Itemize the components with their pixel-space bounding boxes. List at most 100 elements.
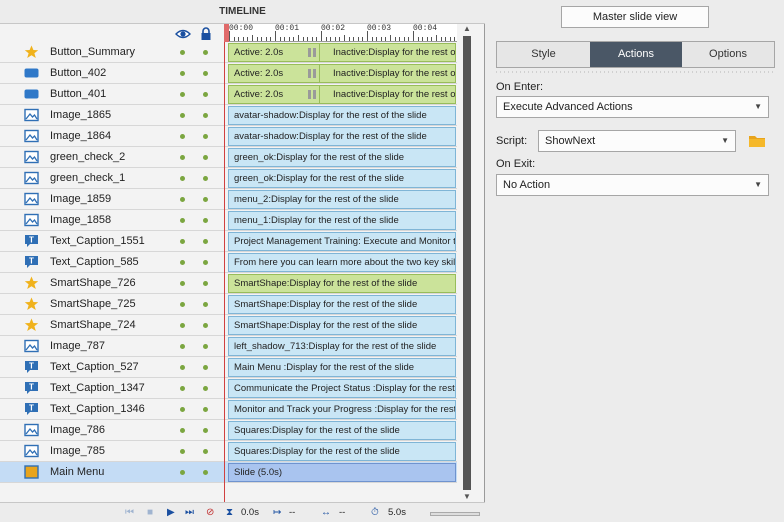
lock-toggle[interactable] [203,71,208,76]
visibility-toggle[interactable] [180,239,185,244]
lock-toggle[interactable] [203,365,208,370]
stop-icon[interactable]: ■ [147,506,153,520]
visibility-toggle[interactable] [180,365,185,370]
timeline-row[interactable]: Image_787 left_shadow_713:Display for the… [0,336,457,357]
lock-toggle[interactable] [203,134,208,139]
timeline-bar[interactable]: Slide (5.0s) [228,463,456,482]
timeline-bar[interactable]: avatar-shadow:Display for the rest of th… [228,106,456,125]
lock-toggle[interactable] [203,407,208,412]
scroll-up-icon[interactable]: ▲ [461,24,473,34]
playhead-handle[interactable] [224,24,229,42]
timeline-bar[interactable]: left_shadow_713:Display for the rest of … [228,337,456,356]
timeline-row[interactable]: green_check_2 green_ok:Display for the re… [0,147,457,168]
zoom-slider[interactable] [430,512,480,516]
playhead[interactable] [224,42,225,502]
timeline-bar[interactable]: green_ok:Display for the rest of the sli… [228,169,456,188]
timeline-row[interactable]: SmartShape_724 SmartShape:Display for the… [0,315,457,336]
visibility-toggle[interactable] [180,71,185,76]
timeline-row[interactable]: T Text_Caption_1347 Communicate the Projec… [0,378,457,399]
timeline-row[interactable]: Image_1865 avatar-shadow:Display for the … [0,105,457,126]
visibility-toggle[interactable] [180,176,185,181]
timeline-row[interactable]: SmartShape_725 SmartShape:Display for the… [0,294,457,315]
eye-icon[interactable] [175,26,191,42]
visibility-toggle[interactable] [180,344,185,349]
master-slide-view-button[interactable]: Master slide view [561,6,709,28]
visibility-toggle[interactable] [180,50,185,55]
play-icon[interactable]: ▶ [167,506,175,520]
visibility-toggle[interactable] [180,386,185,391]
timeline-row[interactable]: Button_402 Active: 2.0s Inactive:Display f… [0,63,457,84]
vertical-scrollbar[interactable]: ▲ ▼ [457,24,484,502]
visibility-toggle[interactable] [180,428,185,433]
visibility-toggle[interactable] [180,113,185,118]
timeline-row[interactable]: Image_1859 menu_2:Display for the rest of… [0,189,457,210]
lock-toggle[interactable] [203,197,208,202]
lock-toggle[interactable] [203,50,208,55]
timeline-bar[interactable]: Active: 2.0s Inactive:Display for the res… [228,64,456,83]
timeline-bar[interactable]: SmartShape:Display for the rest of the s… [228,274,456,293]
timeline-row[interactable]: green_check_1 green_ok:Display for the re… [0,168,457,189]
timeline-bar[interactable]: Squares:Display for the rest of the slid… [228,442,456,461]
lock-toggle[interactable] [203,281,208,286]
visibility-toggle[interactable] [180,302,185,307]
timeline-row[interactable]: Button_401 Active: 2.0s Inactive:Display f… [0,84,457,105]
lock-toggle[interactable] [203,386,208,391]
timeline-row[interactable]: T Text_Caption_1346 Monitor and Track your… [0,399,457,420]
on-enter-dropdown[interactable]: Execute Advanced Actions ▼ [496,96,769,118]
timeline-row[interactable]: T Text_Caption_527 Main Menu :Display for … [0,357,457,378]
lock-toggle[interactable] [203,302,208,307]
visibility-toggle[interactable] [180,449,185,454]
lock-toggle[interactable] [203,470,208,475]
tab-actions[interactable]: Actions [590,42,682,67]
lock-toggle[interactable] [203,155,208,160]
timeline-bar[interactable]: SmartShape:Display for the rest of the s… [228,295,456,314]
visibility-toggle[interactable] [180,470,185,475]
lock-toggle[interactable] [203,113,208,118]
visibility-toggle[interactable] [180,134,185,139]
visibility-toggle[interactable] [180,407,185,412]
mute-icon[interactable]: ⊘ [206,506,214,520]
step-forward-icon[interactable]: ⏭ [185,506,194,520]
timeline-bar[interactable]: menu_1:Display for the rest of the slide [228,211,456,230]
timeline-bar[interactable]: Communicate the Project Status :Display … [228,379,456,398]
rewind-icon[interactable]: ⏮ [125,506,134,520]
timeline-row[interactable]: Main Menu Slide (5.0s) [0,462,457,483]
timeline-bar[interactable]: menu_2:Display for the rest of the slide [228,190,456,209]
tab-options[interactable]: Options [682,42,774,67]
timeline-row[interactable]: Image_786 Squares:Display for the rest of… [0,420,457,441]
timeline-bar[interactable]: avatar-shadow:Display for the rest of th… [228,127,456,146]
visibility-toggle[interactable] [180,218,185,223]
visibility-toggle[interactable] [180,281,185,286]
scroll-down-icon[interactable]: ▼ [461,492,473,502]
timeline-bar[interactable]: green_ok:Display for the rest of the sli… [228,148,456,167]
lock-toggle[interactable] [203,449,208,454]
lock-icon[interactable] [198,26,214,42]
timeline-row[interactable]: Button_Summary Active: 2.0s Inactive:Displ… [0,42,457,63]
timeline-bar[interactable]: Main Menu :Display for the rest of the s… [228,358,456,377]
lock-toggle[interactable] [203,92,208,97]
time-ruler[interactable]: 00:00 00:01 00:02 00:03 00:04 [225,24,457,42]
visibility-toggle[interactable] [180,260,185,265]
lock-toggle[interactable] [203,344,208,349]
visibility-toggle[interactable] [180,323,185,328]
timeline-bar[interactable]: From here you can learn more about the t… [228,253,456,272]
tab-style[interactable]: Style [497,42,590,67]
timeline-row[interactable]: Image_1864 avatar-shadow:Display for the … [0,126,457,147]
timeline-row[interactable]: SmartShape_726 SmartShape:Display for the… [0,273,457,294]
lock-toggle[interactable] [203,428,208,433]
on-exit-dropdown[interactable]: No Action ▼ [496,174,769,196]
timeline-row[interactable]: Image_1858 menu_1:Display for the rest of… [0,210,457,231]
lock-toggle[interactable] [203,323,208,328]
timeline-row[interactable]: T Text_Caption_585 From here you can learn… [0,252,457,273]
lock-toggle[interactable] [203,260,208,265]
lock-toggle[interactable] [203,176,208,181]
script-dropdown[interactable]: ShowNext ▼ [538,130,736,152]
visibility-toggle[interactable] [180,197,185,202]
timeline-bar[interactable]: Monitor and Track your Progress :Display… [228,400,456,419]
timeline-bar[interactable]: Active: 2.0s Inactive:Display for the res… [228,85,456,104]
timeline-row[interactable]: T Text_Caption_1551 Project Management Tra… [0,231,457,252]
timeline-bar[interactable]: Squares:Display for the rest of the slid… [228,421,456,440]
timeline-bar[interactable]: SmartShape:Display for the rest of the s… [228,316,456,335]
visibility-toggle[interactable] [180,155,185,160]
lock-toggle[interactable] [203,218,208,223]
